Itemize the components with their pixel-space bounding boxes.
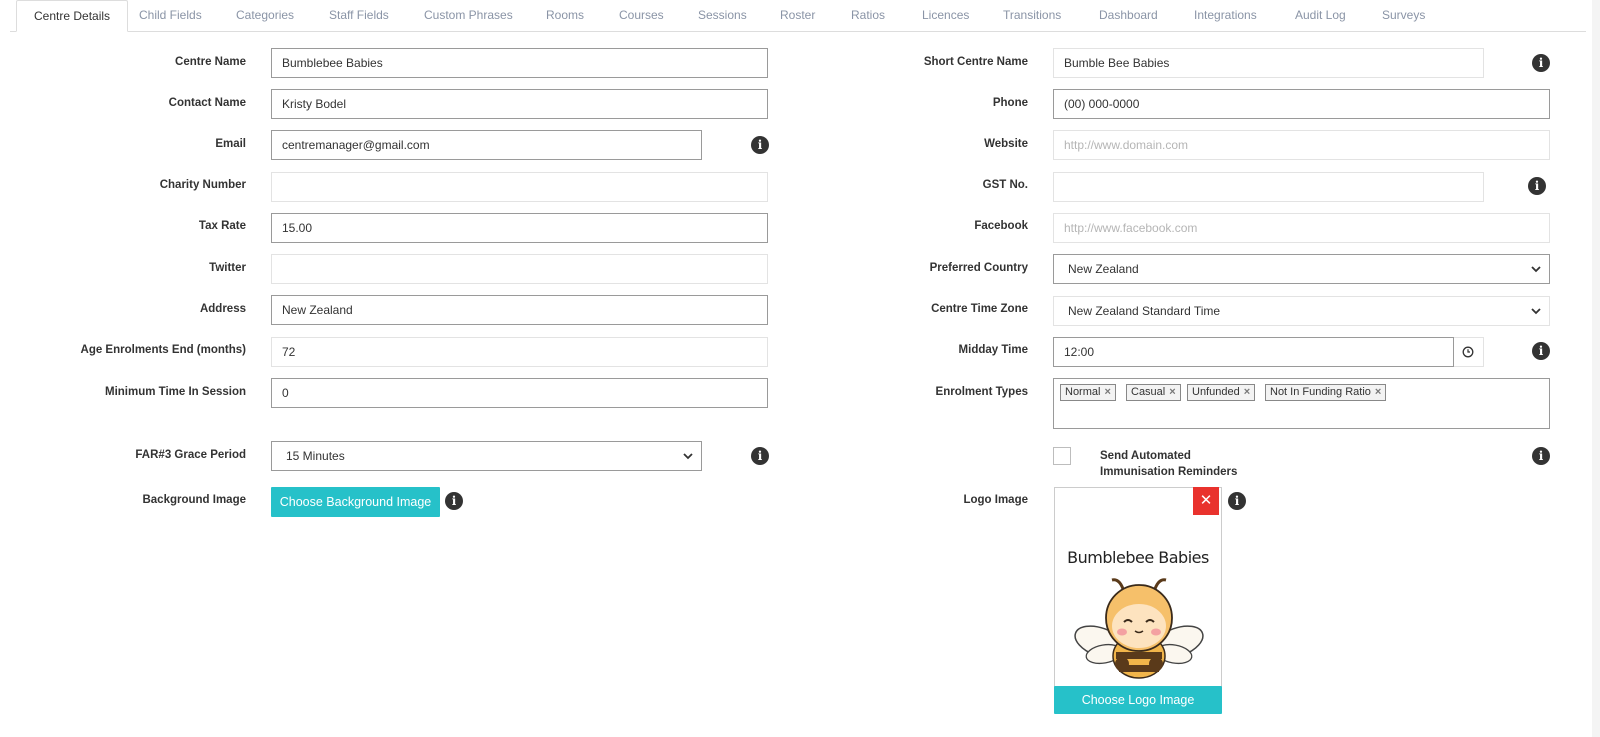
centre-time-zone-label: Centre Time Zone (931, 303, 1028, 315)
close-icon[interactable]: × (1244, 386, 1250, 398)
close-icon[interactable]: × (1104, 386, 1110, 398)
enrolment-types-label: Enrolment Types (935, 386, 1028, 398)
tab-dashboard[interactable]: Dashboard (1099, 0, 1158, 31)
choose-background-image-button[interactable]: Choose Background Image (271, 487, 440, 517)
tab-custom-phrases[interactable]: Custom Phrases (424, 0, 513, 31)
tab-roster[interactable]: Roster (780, 0, 815, 31)
logo-image-info-icon[interactable]: i (1228, 492, 1246, 510)
tab-bar: Centre Details Child Fields Categories S… (10, 0, 1586, 32)
tag-unfunded: Unfunded × (1187, 384, 1256, 401)
tab-ratios[interactable]: Ratios (851, 0, 885, 31)
logo-image-label: Logo Image (963, 494, 1028, 506)
gst-no-input[interactable] (1053, 172, 1484, 202)
email-input[interactable] (271, 130, 702, 160)
tab-rooms[interactable]: Rooms (546, 0, 584, 31)
grace-period-select[interactable]: 15 Minutes (271, 441, 702, 471)
facebook-input[interactable] (1053, 213, 1550, 243)
website-input[interactable] (1053, 130, 1550, 160)
clock-icon (1462, 346, 1474, 358)
immunisation-reminders-label: Send Automated Immunisation Reminders (1100, 448, 1237, 480)
close-icon[interactable]: × (1169, 386, 1175, 398)
tab-courses[interactable]: Courses (619, 0, 664, 31)
short-centre-name-input[interactable] (1053, 48, 1484, 78)
logo-text: Bumblebee Babies (1067, 548, 1209, 567)
midday-time-input[interactable] (1053, 337, 1454, 367)
immunisation-info-icon[interactable]: i (1532, 447, 1550, 465)
tab-integrations[interactable]: Integrations (1194, 0, 1257, 31)
remove-logo-button[interactable]: ✕ (1193, 487, 1219, 515)
phone-label: Phone (992, 97, 1028, 109)
twitter-label: Twitter (209, 262, 246, 274)
tab-categories[interactable]: Categories (236, 0, 294, 31)
chevron-down-icon (683, 453, 693, 460)
tab-transitions[interactable]: Transitions (1003, 0, 1061, 31)
tab-surveys[interactable]: Surveys (1382, 0, 1425, 31)
tax-rate-label: Tax Rate (198, 220, 246, 232)
short-centre-name-info-icon[interactable]: i (1532, 54, 1550, 72)
tab-child-fields[interactable]: Child Fields (139, 0, 202, 31)
centre-name-input[interactable] (271, 48, 768, 78)
tag-normal: Normal × (1060, 384, 1116, 401)
phone-input[interactable] (1053, 89, 1550, 119)
address-label: Address (199, 303, 246, 315)
chevron-down-icon (1531, 266, 1541, 273)
contact-name-label: Contact Name (168, 97, 246, 109)
email-info-icon[interactable]: i (751, 136, 769, 154)
email-label: Email (215, 138, 246, 150)
centre-time-zone-value: New Zealand Standard Time (1068, 304, 1221, 318)
grace-period-value: 15 Minutes (286, 449, 345, 463)
twitter-input[interactable] (271, 254, 768, 284)
chevron-down-icon (1531, 308, 1541, 315)
address-input[interactable] (271, 295, 768, 325)
midday-time-label: Midday Time (958, 344, 1028, 356)
bee-logo-image (1074, 578, 1204, 679)
tab-audit-log[interactable]: Audit Log (1295, 0, 1346, 31)
tax-rate-input[interactable] (271, 213, 768, 243)
grace-period-label: FAR#3 Grace Period (135, 449, 246, 461)
minimum-time-label: Minimum Time In Session (104, 386, 246, 398)
tab-sessions[interactable]: Sessions (698, 0, 747, 31)
preferred-country-value: New Zealand (1068, 262, 1139, 276)
preferred-country-select[interactable]: New Zealand (1053, 254, 1550, 284)
logo-preview: Bumblebee Babies (1054, 487, 1222, 713)
close-icon[interactable]: × (1375, 386, 1381, 398)
gst-no-label: GST No. (982, 179, 1028, 191)
grace-period-info-icon[interactable]: i (751, 447, 769, 465)
enrolment-types-multiselect[interactable]: Normal × Casual × Unfunded × Not In Funding… (1053, 378, 1550, 429)
facebook-label: Facebook (974, 220, 1028, 232)
tag-casual: Casual × (1126, 384, 1181, 401)
tab-licences[interactable]: Licences (922, 0, 969, 31)
immunisation-reminders-checkbox[interactable] (1053, 447, 1071, 465)
charity-number-input[interactable] (271, 172, 768, 202)
charity-number-label: Charity Number (159, 179, 246, 191)
clock-button[interactable] (1454, 337, 1484, 367)
short-centre-name-label: Short Centre Name (923, 56, 1028, 68)
minimum-time-input[interactable] (271, 378, 768, 408)
tab-staff-fields[interactable]: Staff Fields (329, 0, 389, 31)
immunisation-label-line1: Send Automated (1100, 450, 1191, 462)
close-icon: ✕ (1199, 492, 1213, 509)
midday-time-info-icon[interactable]: i (1532, 342, 1550, 360)
choose-logo-image-button[interactable]: Choose Logo Image (1054, 686, 1222, 714)
tag-not-in-funding-ratio: Not In Funding Ratio × (1265, 384, 1387, 401)
background-image-info-icon[interactable]: i (445, 492, 463, 510)
centre-time-zone-select[interactable]: New Zealand Standard Time (1053, 296, 1550, 326)
background-image-label: Background Image (142, 494, 246, 506)
age-enrolments-end-label: Age Enrolments End (months) (80, 344, 246, 356)
website-label: Website (984, 138, 1028, 150)
scrollbar[interactable] (1592, 0, 1600, 737)
immunisation-label-line2: Immunisation Reminders (1100, 466, 1238, 478)
tab-centre-details[interactable]: Centre Details (16, 0, 129, 32)
centre-name-label: Centre Name (175, 56, 246, 68)
contact-name-input[interactable] (271, 89, 768, 119)
age-enrolments-end-input[interactable] (271, 337, 768, 367)
preferred-country-label: Preferred Country (929, 262, 1028, 274)
gst-no-info-icon[interactable]: i (1528, 177, 1546, 195)
